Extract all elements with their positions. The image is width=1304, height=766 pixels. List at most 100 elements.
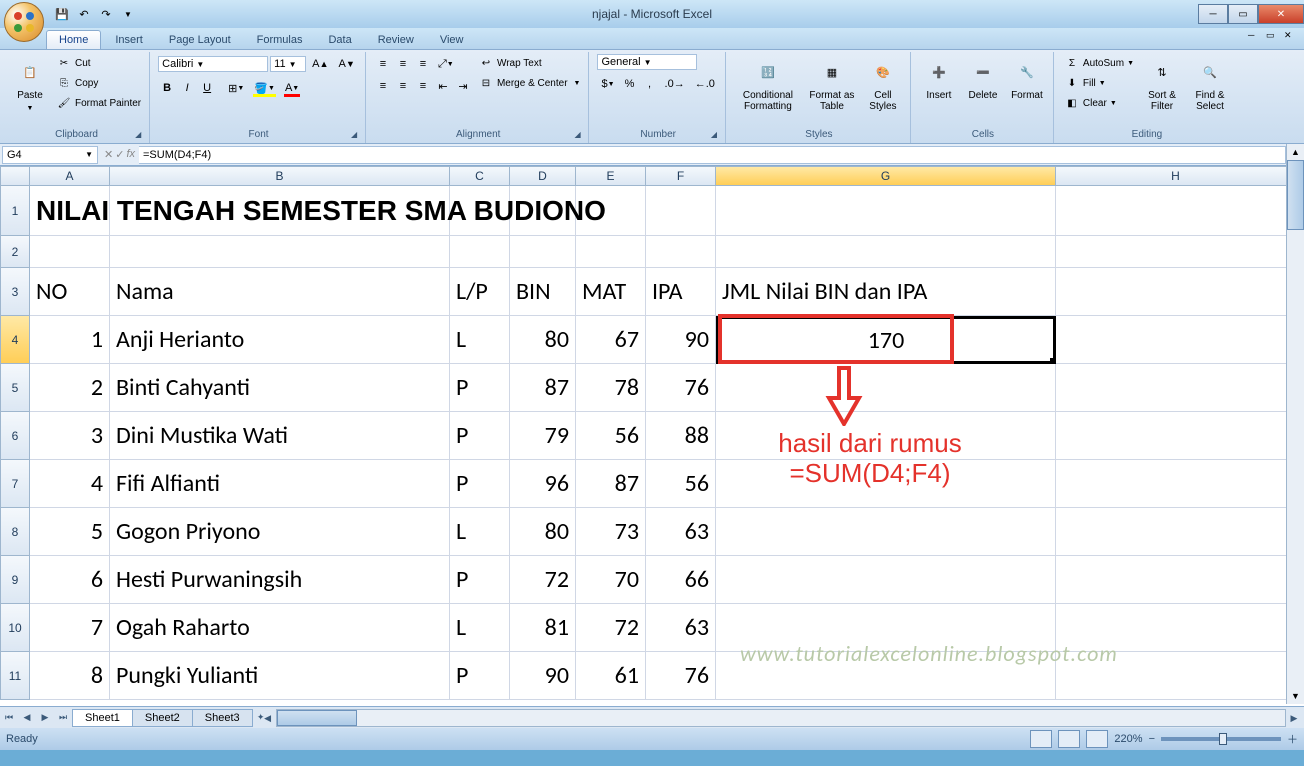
cell-G8[interactable] [716,508,1056,556]
cell-B3[interactable]: Nama [110,268,450,316]
cell-D9[interactable]: 72 [510,556,576,604]
merge-center-button[interactable]: ⊟Merge & Center▼ [476,74,583,92]
normal-view-button[interactable] [1030,730,1052,748]
cell-C11[interactable]: P [450,652,510,700]
cell-A7[interactable]: 4 [30,460,110,508]
number-launcher-icon[interactable]: ◢ [711,130,723,142]
doc-close-button[interactable]: ✕ [1284,30,1298,44]
col-header-H[interactable]: H [1056,166,1296,186]
sheet-nav-next-icon[interactable]: ▶ [36,709,54,727]
cell-C7[interactable]: P [450,460,510,508]
align-bottom-button[interactable]: ≡ [414,54,432,74]
row-header-1[interactable]: 1 [0,186,30,236]
sheet-nav-first-icon[interactable]: ⏮ [0,709,18,727]
hscroll-thumb[interactable] [277,710,357,726]
cell-A2[interactable] [30,236,110,268]
conditional-formatting-button[interactable]: 🔢Conditional Formatting [734,54,802,114]
col-header-A[interactable]: A [30,166,110,186]
row-header-10[interactable]: 10 [0,604,30,652]
paste-button[interactable]: 📋 Paste ▼ [10,54,50,116]
maximize-button[interactable]: ▭ [1228,4,1258,24]
page-layout-view-button[interactable] [1058,730,1080,748]
cell-E4[interactable]: 67 [576,316,646,364]
align-top-button[interactable]: ≡ [374,54,392,74]
cell-C4[interactable]: L [450,316,510,364]
cell-E9[interactable]: 70 [576,556,646,604]
cell-H6[interactable] [1056,412,1296,460]
sort-filter-button[interactable]: ⇅Sort & Filter [1140,54,1184,114]
row-header-11[interactable]: 11 [0,652,30,700]
sheet-tab-3[interactable]: Sheet3 [192,709,253,727]
scroll-right-icon[interactable]: ▶ [1285,710,1303,728]
cell-E11[interactable]: 61 [576,652,646,700]
zoom-slider[interactable] [1161,737,1281,741]
cell-A9[interactable]: 6 [30,556,110,604]
fill-button[interactable]: ⬇Fill▼ [1062,74,1136,92]
cell-styles-button[interactable]: 🎨Cell Styles [862,54,904,114]
format-as-table-button[interactable]: ▦Format as Table [806,54,858,114]
cell-G5[interactable] [716,364,1056,412]
cell-A11[interactable]: 8 [30,652,110,700]
cell-C6[interactable]: P [450,412,510,460]
tab-page-layout[interactable]: Page Layout [157,31,243,49]
cell-A6[interactable]: 3 [30,412,110,460]
tab-formulas[interactable]: Formulas [245,31,315,49]
fx-icon[interactable]: fx [126,148,135,161]
cancel-formula-icon[interactable]: ✕ [104,148,113,161]
cell-A3[interactable]: NO [30,268,110,316]
sheet-tab-1[interactable]: Sheet1 [72,709,133,727]
cell-D8[interactable]: 80 [510,508,576,556]
row-header-7[interactable]: 7 [0,460,30,508]
align-left-button[interactable]: ≡ [374,76,392,96]
cell-A8[interactable]: 5 [30,508,110,556]
tab-insert[interactable]: Insert [103,31,155,49]
cell-A1[interactable]: NILAI TENGAH SEMESTER SMA BUDIONO [30,186,110,236]
office-button[interactable] [4,2,44,42]
tab-view[interactable]: View [428,31,476,49]
cell-H1[interactable] [1056,186,1296,236]
font-color-button[interactable]: A▼ [281,78,303,98]
scroll-up-icon[interactable]: ▲ [1287,144,1304,160]
autosum-button[interactable]: ΣAutoSum▼ [1062,54,1136,72]
cell-B11[interactable]: Pungki Yulianti [110,652,450,700]
cell-G9[interactable] [716,556,1056,604]
cell-F6[interactable]: 88 [646,412,716,460]
sheet-nav-last-icon[interactable]: ⏭ [54,709,72,727]
font-size-dropdown[interactable]: 11▼ [270,56,306,72]
cell-H8[interactable] [1056,508,1296,556]
align-right-button[interactable]: ≡ [414,76,432,96]
alignment-launcher-icon[interactable]: ◢ [574,130,586,142]
increase-indent-button[interactable]: ⇥ [454,76,472,96]
sheet-tab-2[interactable]: Sheet2 [132,709,193,727]
cell-D5[interactable]: 87 [510,364,576,412]
grow-font-button[interactable]: A▲ [308,54,332,74]
delete-cells-button[interactable]: ➖Delete [963,54,1003,103]
cell-F4[interactable]: 90 [646,316,716,364]
sheet-nav-prev-icon[interactable]: ◀ [18,709,36,727]
clipboard-launcher-icon[interactable]: ◢ [135,130,147,142]
row-header-9[interactable]: 9 [0,556,30,604]
cell-F9[interactable]: 66 [646,556,716,604]
doc-minimize-button[interactable]: ─ [1248,30,1262,44]
cell-B8[interactable]: Gogon Priyono [110,508,450,556]
cell-F10[interactable]: 63 [646,604,716,652]
cell-E5[interactable]: 78 [576,364,646,412]
col-header-F[interactable]: F [646,166,716,186]
formula-input[interactable]: =SUM(D4;F4) [139,146,1286,164]
undo-icon[interactable]: ↶ [76,6,92,22]
cell-H4[interactable] [1056,316,1296,364]
accounting-button[interactable]: $▼ [597,74,618,94]
cell-B4[interactable]: Anji Herianto [110,316,450,364]
copy-button[interactable]: ⎘Copy [54,74,143,92]
italic-button[interactable]: I [178,78,196,98]
row-header-8[interactable]: 8 [0,508,30,556]
cell-H5[interactable] [1056,364,1296,412]
zoom-out-button[interactable]: − [1149,733,1155,745]
cell-G7[interactable] [716,460,1056,508]
cell-F1[interactable] [646,186,716,236]
row-header-4[interactable]: 4 [0,316,30,364]
format-cells-button[interactable]: 🔧Format [1007,54,1047,103]
cell-D4[interactable]: 80 [510,316,576,364]
tab-review[interactable]: Review [366,31,426,49]
scroll-down-icon[interactable]: ▼ [1287,688,1304,704]
